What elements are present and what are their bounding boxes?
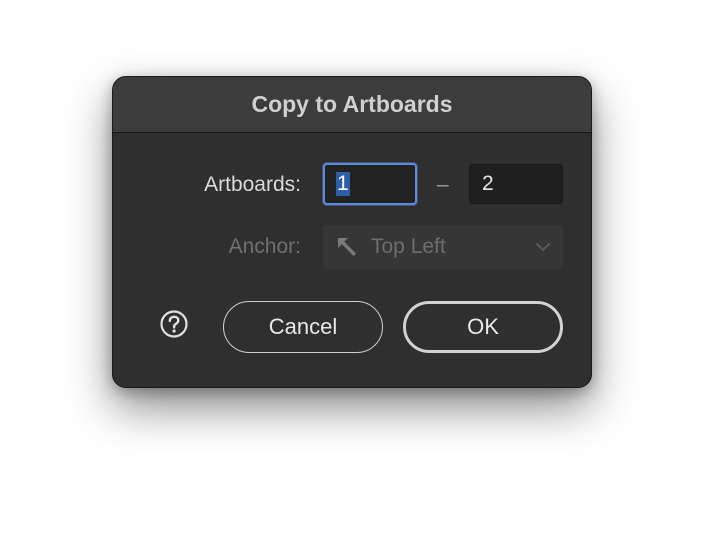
artboards-from-input[interactable]: 1 [323, 163, 417, 205]
question-mark-circle-icon [159, 309, 189, 344]
anchor-label: Anchor: [228, 235, 301, 258]
help-button[interactable] [159, 309, 189, 344]
arrow-up-left-icon [335, 235, 359, 259]
copy-to-artboards-dialog: Copy to Artboards Artboards: 1 – 2 Ancho… [112, 76, 592, 388]
ok-button-label: OK [467, 314, 499, 339]
dialog-titlebar[interactable]: Copy to Artboards [113, 77, 591, 133]
anchor-select[interactable]: Top Left [323, 225, 563, 269]
cancel-button-label: Cancel [268, 314, 338, 339]
dialog-title: Copy to Artboards [251, 91, 453, 117]
artboards-to-value: 2 [482, 172, 494, 195]
ok-button[interactable]: OK [403, 301, 563, 353]
cancel-button[interactable]: Cancel [223, 301, 383, 353]
artboards-to-input[interactable]: 2 [469, 164, 563, 204]
chevron-down-icon [535, 242, 551, 252]
anchor-select-value: Top Left [371, 235, 446, 258]
artboards-from-value: 1 [336, 172, 350, 196]
artboards-range-separator: – [437, 173, 449, 196]
artboards-label: Artboards: [204, 173, 301, 196]
